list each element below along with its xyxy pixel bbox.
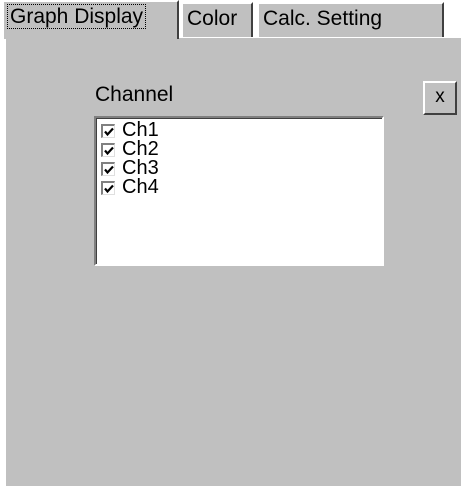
- tab-graph-display-label: Graph Display: [6, 4, 147, 29]
- tab-calc-setting-label: Calc. Setting: [263, 7, 383, 30]
- ch2-checkbox[interactable]: [101, 142, 115, 157]
- tab-color-label: Color: [187, 7, 238, 30]
- channel-list[interactable]: Ch1 Ch2 Ch3 Ch4: [94, 116, 384, 266]
- ch4-checkbox[interactable]: [101, 180, 115, 195]
- checkmark-icon: [104, 127, 114, 136]
- ch3-checkbox[interactable]: [101, 161, 115, 176]
- settings-window: Graph Display Color Calc. Setting Channe…: [0, 0, 461, 486]
- tab-color[interactable]: Color: [181, 2, 253, 37]
- tab-graph-display[interactable]: Graph Display: [2, 0, 179, 39]
- list-item-label: Ch4: [122, 176, 159, 198]
- tab-calc-setting[interactable]: Calc. Setting: [257, 2, 444, 37]
- ch1-checkbox[interactable]: [101, 123, 115, 138]
- checkmark-icon: [104, 146, 114, 155]
- close-button[interactable]: x: [423, 81, 457, 115]
- checkmark-icon: [104, 165, 114, 174]
- channel-label: Channel: [95, 83, 174, 106]
- list-item-ch4[interactable]: Ch4: [101, 176, 382, 198]
- checkmark-icon: [104, 184, 114, 193]
- tab-strip: Graph Display Color Calc. Setting: [0, 0, 461, 39]
